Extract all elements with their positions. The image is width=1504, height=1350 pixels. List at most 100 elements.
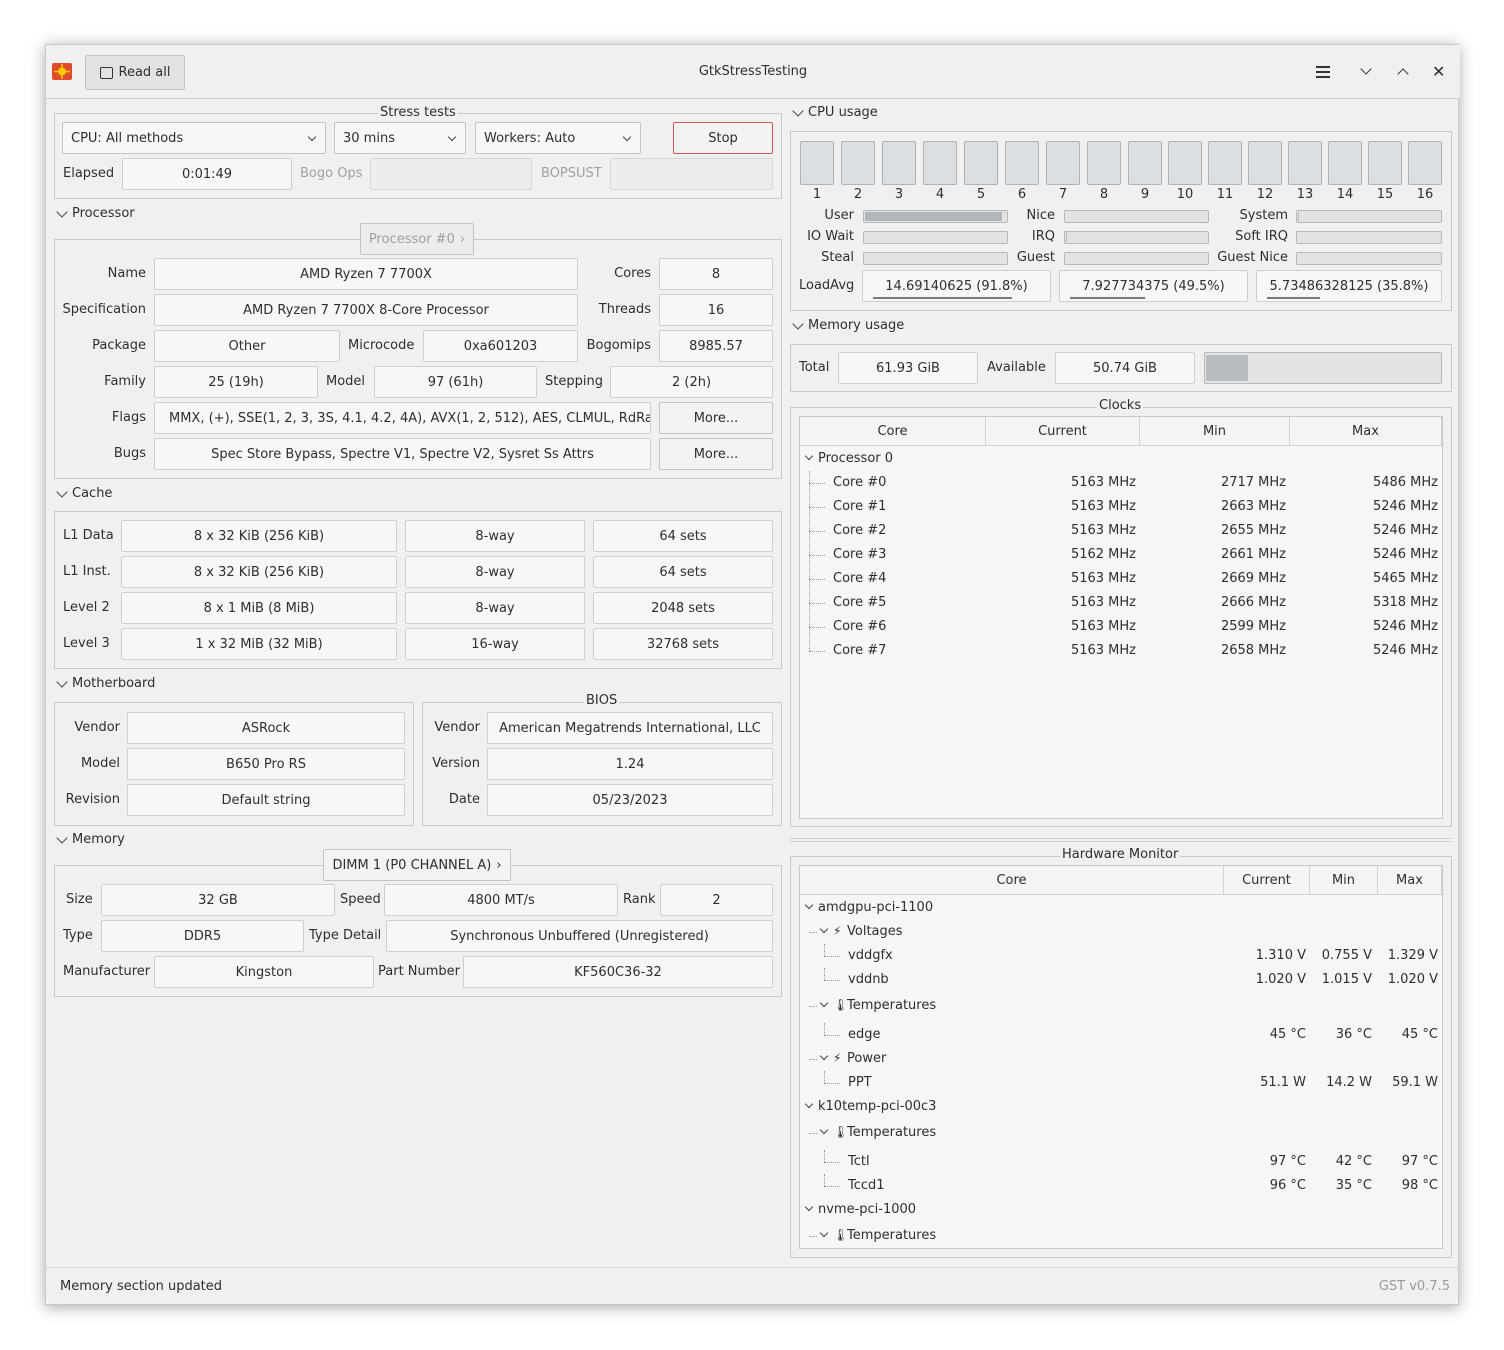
cache-assoc-value: 8-way [405,520,585,552]
loadavg-value: 7.927734375 (49.5%) [1059,270,1248,302]
memory-usage-expander[interactable]: Memory usage [792,317,904,333]
hwmon-row[interactable]: Tccd1 96 °C 35 °C 98 °C [800,1174,1442,1198]
bios-vendor-label: Vendor [434,720,480,735]
cpu-usage-expander[interactable]: CPU usage [792,104,878,120]
clocks-tree[interactable]: Core Current Min Max Processor 0 Core #0 51… [799,416,1443,819]
cpu-core-number: 8 [1099,187,1109,202]
clocks-core-row[interactable]: Core #3 5162 MHz 2661 MHz 5246 MHz [800,543,1442,567]
chevron-down-icon [819,998,829,1008]
bios-version-label: Version [432,756,480,771]
cache-row-label: Level 2 [63,600,110,615]
clocks-core-row[interactable]: Core #5 5163 MHz 2666 MHz 5318 MHz [800,591,1442,615]
clocks-column-header[interactable]: Max [1290,417,1442,446]
duration-select[interactable]: 30 mins [334,122,466,154]
memory-expander[interactable]: Memory [56,831,125,847]
flags-value: MMX, (+), SSE(1, 2, 3, 3S, 4.1, 4.2, 4A)… [154,402,651,434]
usage-bar [1064,231,1209,244]
clock-max: 5246 MHz [1372,643,1438,658]
clock-core-name: Core #5 [833,595,887,610]
hwmon-row[interactable]: 🌡 Temperatures [800,994,1442,1018]
clock-min: 2663 MHz [1220,499,1286,514]
hwmon-column-header[interactable]: Min [1310,866,1378,895]
clocks-core-row[interactable]: Core #2 5163 MHz 2655 MHz 5246 MHz [800,519,1442,543]
flags-more-button[interactable]: More... [659,402,773,434]
mem-available-value: 50.74 GiB [1055,352,1195,384]
hwmon-row[interactable]: Tctl 97 °C 42 °C 97 °C [800,1150,1442,1174]
hwmon-max: 98 °C [1401,1178,1438,1193]
clocks-column-header[interactable]: Min [1140,417,1290,446]
motherboard-expander[interactable]: Motherboard [56,675,155,691]
method-select[interactable]: CPU: All methods [62,122,326,154]
hwmon-row[interactable]: ⚡ Voltages [800,920,1442,944]
usage-bar-label: User [824,208,854,223]
bios-vendor-value: American Megatrends International, LLC [487,712,773,744]
hwmon-max: 45 °C [1401,1027,1438,1042]
cache-sets-value: 32768 sets [593,628,773,660]
usage-bar-label: IRQ [1031,229,1055,244]
processor-expander[interactable]: Processor [56,205,135,221]
spec-label: Specification [62,302,146,317]
clocks-core-row[interactable]: Core #4 5163 MHz 2669 MHz 5465 MHz [800,567,1442,591]
chevron-right-icon: › [459,231,466,247]
hwmon-title: Hardware Monitor [1060,847,1181,862]
hwmon-row[interactable]: 🌡 Temperatures [800,1224,1442,1248]
clock-min: 2661 MHz [1220,547,1286,562]
clock-min: 2669 MHz [1220,571,1286,586]
hwmon-row[interactable]: amdgpu-pci-1100 [800,896,1442,920]
clocks-core-row[interactable]: Core #7 5163 MHz 2658 MHz 5246 MHz [800,639,1442,663]
clocks-column-header[interactable]: Core [800,417,986,446]
bopsust-value [610,158,773,190]
hwmon-row[interactable]: nvme-pci-1000 [800,1198,1442,1222]
cache-size-value: 1 x 32 MiB (32 MiB) [121,628,397,660]
clock-min: 2655 MHz [1220,523,1286,538]
bugs-more-button[interactable]: More... [659,438,773,470]
cache-assoc-value: 16-way [405,628,585,660]
cache-sets-value: 64 sets [593,556,773,588]
mem-total-value: 61.93 GiB [838,352,978,384]
workers-select[interactable]: Workers: Auto [475,122,641,154]
menu-icon[interactable] [1316,66,1330,78]
memory-usage-bar-fill [1206,355,1248,381]
clocks-core-row[interactable]: Core #1 5163 MHz 2663 MHz 5246 MHz [800,495,1442,519]
processor-selector[interactable]: Processor #0 › [360,223,474,255]
thermometer-icon: 🌡 [833,998,849,1012]
cache-size-value: 8 x 32 KiB (256 KiB) [121,520,397,552]
usage-bar-label: IO Wait [807,229,854,244]
cpu-core-meter [882,141,916,185]
dimm-selector[interactable]: DIMM 1 (P0 CHANNEL A) › [323,849,511,881]
cache-expander[interactable]: Cache [56,485,112,501]
thermometer-icon: 🌡 [833,1228,849,1242]
hwmon-tree[interactable]: Core Current Min Max amdgpu-pci-1100 ⚡ Voltag… [799,865,1443,1249]
clocks-group-row[interactable]: Processor 0 [800,447,1442,471]
bogomips-label: Bogomips [586,338,651,353]
hwmon-chip-name: amdgpu-pci-1100 [818,900,934,915]
close-icon[interactable]: ✕ [1432,64,1445,80]
hwmon-column-header[interactable]: Max [1378,866,1442,895]
clock-core-name: Core #2 [833,523,887,538]
cpu-core-number: 7 [1058,187,1068,202]
hwmon-row[interactable]: vddnb 1.020 V 1.015 V 1.020 V [800,968,1442,992]
hwmon-row[interactable]: ⚡ Power [800,1047,1442,1071]
cpu-core-number: 1 [812,187,822,202]
clock-min: 2599 MHz [1220,619,1286,634]
clocks-column-header[interactable]: Current [986,417,1140,446]
chevron-down-icon [804,1099,814,1109]
pane-separator [790,838,1452,842]
mem-available-label: Available [987,360,1046,375]
stop-button[interactable]: Stop [673,122,773,154]
hwmon-row[interactable]: vddgfx 1.310 V 0.755 V 1.329 V [800,944,1442,968]
hwmon-row[interactable]: 🌡 Temperatures [800,1121,1442,1145]
cores-value: 8 [659,258,773,290]
chevron-down-icon [819,1228,829,1238]
clocks-core-row[interactable]: Core #0 5163 MHz 2717 MHz 5486 MHz [800,471,1442,495]
hwmon-row[interactable]: edge 45 °C 36 °C 45 °C [800,1023,1442,1047]
hwmon-column-header[interactable]: Current [1224,866,1310,895]
clocks-core-row[interactable]: Core #6 5163 MHz 2599 MHz 5246 MHz [800,615,1442,639]
elapsed-label: Elapsed [63,166,115,181]
hwmon-row[interactable]: k10temp-pci-00c3 [800,1095,1442,1119]
chevron-down-icon [56,831,68,844]
hwmon-column-header[interactable]: Core [800,866,1224,895]
chevron-right-icon: › [496,857,502,873]
hwmon-row[interactable]: PPT 51.1 W 14.2 W 59.1 W [800,1071,1442,1095]
mem-manufacturer-label: Manufacturer [63,964,151,979]
